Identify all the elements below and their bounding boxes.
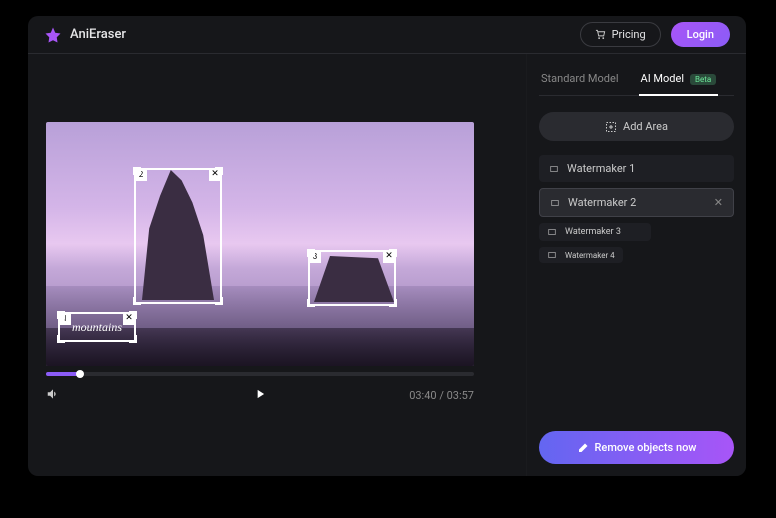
resize-handle-tr[interactable] xyxy=(389,249,397,257)
resize-handle-tl[interactable] xyxy=(133,167,141,175)
remove-objects-button[interactable]: Remove objects now xyxy=(539,431,734,464)
resize-handle-tl[interactable] xyxy=(307,249,315,257)
close-icon[interactable]: ✕ xyxy=(714,196,723,209)
sidebar: Standard Model AI Model Beta Add Area Wat… xyxy=(526,54,746,476)
current-time: 03:40 xyxy=(409,389,436,402)
model-tabs: Standard Model AI Model Beta xyxy=(539,66,734,96)
watermaker-label: Watermaker 3 xyxy=(565,227,621,237)
cart-icon xyxy=(595,29,606,40)
remove-button-label: Remove objects now xyxy=(595,441,697,454)
tab-ai-model[interactable]: AI Model Beta xyxy=(639,66,719,95)
layer-icon xyxy=(550,198,560,208)
watermaker-list: Watermaker 1 Watermaker 2 ✕ Watermaker 3… xyxy=(539,155,734,263)
watermaker-label: Watermaker 1 xyxy=(567,162,635,175)
pricing-button[interactable]: Pricing xyxy=(580,22,661,47)
watermaker-item-2[interactable]: Watermaker 2 ✕ xyxy=(539,188,734,217)
brand-name: AniEraser xyxy=(70,27,126,42)
resize-handle-tl[interactable] xyxy=(57,311,65,319)
main: 2 ✕ 3 ✕ xyxy=(28,54,746,476)
login-button[interactable]: Login xyxy=(671,22,730,47)
timeline-progress xyxy=(46,372,80,376)
total-time: 03:57 xyxy=(447,389,474,402)
add-area-icon xyxy=(605,121,617,133)
selection-box-2[interactable]: 3 ✕ xyxy=(308,250,396,306)
beta-badge: Beta xyxy=(690,74,716,85)
pricing-label: Pricing xyxy=(612,28,646,41)
resize-handle-bl[interactable] xyxy=(57,335,65,343)
header: AniEraser Pricing Login xyxy=(28,16,746,54)
watermark-text: mountains xyxy=(72,320,122,335)
watermaker-item-4[interactable]: Watermaker 4 xyxy=(539,247,623,263)
selection-box-1[interactable]: 2 ✕ xyxy=(134,168,222,304)
app-window: AniEraser Pricing Login 2 ✕ xyxy=(28,16,746,476)
layer-icon xyxy=(547,227,557,237)
watermaker-label: Watermaker 2 xyxy=(568,196,636,209)
volume-icon[interactable] xyxy=(46,386,60,405)
logo-icon xyxy=(44,26,62,44)
add-area-label: Add Area xyxy=(623,120,668,133)
resize-handle-br[interactable] xyxy=(389,299,397,307)
video-canvas[interactable]: 2 ✕ 3 ✕ xyxy=(46,122,474,366)
layer-icon xyxy=(549,164,559,174)
timeline[interactable] xyxy=(46,372,474,376)
resize-handle-bl[interactable] xyxy=(133,297,141,305)
resize-handle-tr[interactable] xyxy=(215,167,223,175)
add-area-button[interactable]: Add Area xyxy=(539,112,734,141)
watermaker-item-3[interactable]: Watermaker 3 xyxy=(539,223,651,241)
brand: AniEraser xyxy=(44,26,126,44)
selection-box-3[interactable]: 1 ✕ mountains xyxy=(58,312,136,342)
eraser-icon xyxy=(577,442,589,454)
tab-ai-label: AI Model xyxy=(641,72,684,85)
tab-standard-model[interactable]: Standard Model xyxy=(539,66,621,95)
player-controls: 03:40 / 03:57 xyxy=(46,386,474,405)
resize-handle-bl[interactable] xyxy=(307,299,315,307)
header-actions: Pricing Login xyxy=(580,22,730,47)
editor: 2 ✕ 3 ✕ xyxy=(28,54,526,476)
watermaker-label: Watermaker 4 xyxy=(565,251,615,260)
watermaker-item-1[interactable]: Watermaker 1 xyxy=(539,155,734,182)
time-display: 03:40 / 03:57 xyxy=(409,389,474,402)
timeline-thumb[interactable] xyxy=(76,370,84,378)
resize-handle-br[interactable] xyxy=(215,297,223,305)
layer-icon xyxy=(547,250,557,260)
resize-handle-tr[interactable] xyxy=(129,311,137,319)
resize-handle-br[interactable] xyxy=(129,335,137,343)
play-icon[interactable] xyxy=(253,386,267,405)
canvas-wrap: 2 ✕ 3 ✕ xyxy=(46,122,508,405)
